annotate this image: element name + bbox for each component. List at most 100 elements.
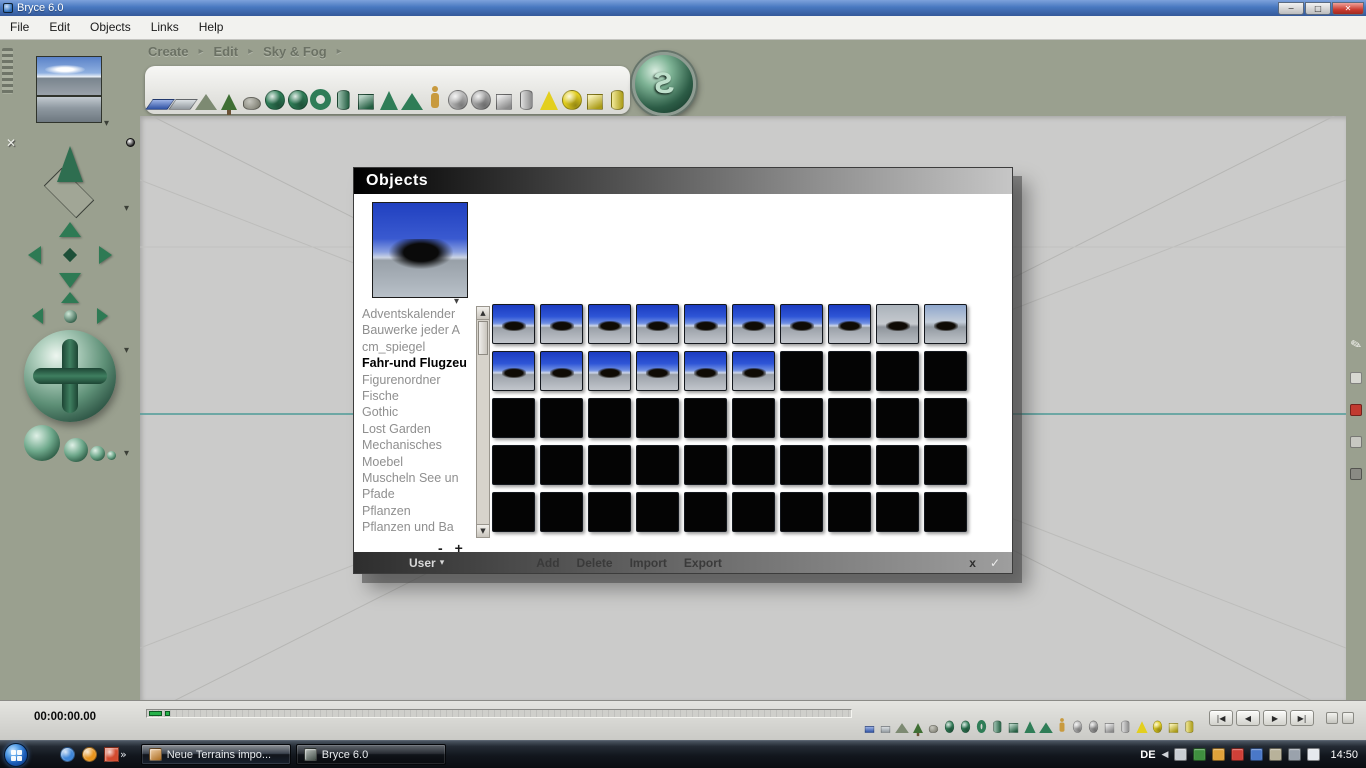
select-tree-icon[interactable] [910,707,925,737]
memory-dot-icon[interactable] [1326,712,1338,724]
create-cylinder-icon[interactable] [332,62,354,110]
empty-slot[interactable] [828,398,871,438]
object-barrel[interactable] [684,304,727,344]
select-parallel-light-icon[interactable] [1182,707,1197,733]
select-radial-light-icon[interactable] [1150,707,1165,733]
object-fire-truck[interactable] [540,351,583,391]
scroll-thumb[interactable] [478,321,488,355]
create-cube-icon[interactable] [355,62,377,110]
select-terrain-icon[interactable] [894,707,909,733]
object-stagecoach[interactable] [492,351,535,391]
antivirus-icon[interactable] [1231,748,1245,761]
banking-sphere-tiny[interactable] [107,451,116,460]
empty-slot[interactable] [924,445,967,485]
timeline-marker[interactable] [165,711,170,716]
empty-slot[interactable] [828,351,871,391]
empty-slot[interactable] [924,398,967,438]
create-radial-light-icon[interactable] [561,62,583,110]
create-spot-light-icon[interactable] [538,62,560,110]
empty-slot[interactable] [780,445,823,485]
tab-create[interactable]: Create [148,44,188,59]
create-water-plane-icon[interactable] [145,62,175,110]
select-rock-icon[interactable] [926,707,941,733]
select-cone-icon[interactable] [1022,707,1037,733]
empty-slot[interactable] [828,492,871,532]
create-parallel-light-icon[interactable] [607,62,629,110]
clear-icon[interactable]: ✕ [6,136,16,150]
thumbnail-shrink-button[interactable]: - [438,540,443,556]
category-figurenordner[interactable]: Figurenordner [362,372,476,388]
tab-edit[interactable]: Edit [214,44,239,59]
create-pyramid-icon[interactable] [401,62,423,110]
app-icon-red[interactable] [104,747,119,762]
empty-slot[interactable] [732,492,775,532]
camera-trackball[interactable] [24,330,116,422]
empty-slot[interactable] [876,351,919,391]
create-metaball-icon[interactable] [264,62,286,110]
pan-left-icon[interactable] [28,246,41,264]
ok-button[interactable]: ✓ [990,556,1000,570]
create-square-spot-light-icon[interactable] [584,62,606,110]
category-bauwerke-jeder-a[interactable]: Bauwerke jeder A [362,322,476,338]
empty-slot[interactable] [876,445,919,485]
object-hot-air-balloon[interactable] [636,304,679,344]
selected-object-preview[interactable] [372,202,468,298]
object-gray-scene[interactable] [876,304,919,344]
button-import[interactable]: Import [630,556,667,570]
thumbnail-grow-button[interactable]: + [455,540,463,556]
create-light-sphere-icon[interactable] [447,62,469,110]
empty-slot[interactable] [876,398,919,438]
orbit-center-icon[interactable] [64,310,77,323]
menu-edit[interactable]: Edit [39,20,80,34]
object-handcart[interactable] [732,304,775,344]
category-adventskalender[interactable]: Adventskalender [362,306,476,322]
menu-objects[interactable]: Objects [80,20,141,34]
graphics-settings-icon[interactable] [1193,748,1207,761]
empty-slot[interactable] [684,398,727,438]
quick-launch-overflow-icon[interactable]: » [120,748,127,761]
category-moebel[interactable]: Moebel [362,454,476,470]
empty-slot[interactable] [780,492,823,532]
select-cylinder-icon[interactable] [990,707,1005,733]
create-figure-icon[interactable] [424,62,446,110]
empty-slot[interactable] [588,492,631,532]
minimize-button[interactable]: − [1278,1,1304,15]
titlebar[interactable]: Bryce 6.0 − □ ✕ [0,0,1366,16]
library-selector[interactable]: User ▾ [409,556,444,570]
app-icon-orange[interactable] [82,747,97,762]
empty-slot[interactable] [732,398,775,438]
create-sphere-icon[interactable] [287,62,309,110]
empty-slot[interactable] [636,398,679,438]
last-frame-button[interactable]: ▶| [1290,710,1314,726]
network-icon[interactable] [1288,748,1302,761]
button-delete[interactable]: Delete [577,556,613,570]
close-button[interactable]: ✕ [1332,1,1364,15]
create-light-cube-icon[interactable] [493,62,515,110]
orbit-right-icon[interactable] [97,308,108,324]
pan-up-icon[interactable] [59,222,81,237]
empty-slot[interactable] [540,445,583,485]
category-fische[interactable]: Fische [362,388,476,404]
scroll-down-icon[interactable]: ▼ [477,524,489,537]
menu-links[interactable]: Links [141,20,189,34]
select-cloud-plane-icon[interactable] [878,707,893,733]
swatch-dark-icon[interactable] [1350,468,1362,480]
clipboard-icon[interactable] [1269,748,1283,761]
select-pyramid-icon[interactable] [1038,707,1053,733]
select-square-spot-light-icon[interactable] [1166,707,1181,733]
select-spot-light-icon[interactable] [1134,707,1149,733]
object-covered-wagon[interactable] [540,304,583,344]
select-torus-icon[interactable] [974,707,989,733]
terrain-preview[interactable] [36,96,102,123]
select-light-cube-icon[interactable] [1102,707,1117,733]
empty-slot[interactable] [588,445,631,485]
banking-sphere-large[interactable] [24,425,60,461]
empty-slot[interactable] [492,445,535,485]
select-light-dome-icon[interactable] [1086,707,1101,733]
object-buggy[interactable] [684,351,727,391]
object-coast-scene[interactable] [924,304,967,344]
first-frame-button[interactable]: |◀ [1209,710,1233,726]
create-light-dome-icon[interactable] [470,62,492,110]
tablet-input-icon[interactable] [1174,748,1188,761]
material-red-icon[interactable] [1350,404,1362,416]
